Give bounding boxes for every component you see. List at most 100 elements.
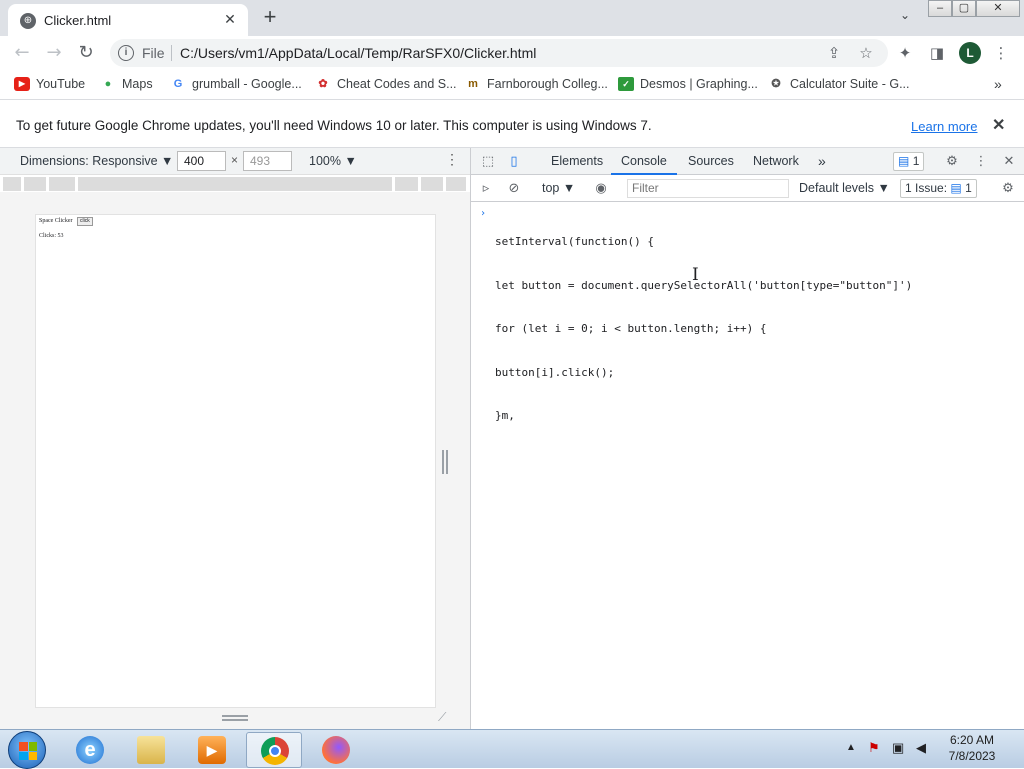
code-line: setInterval(function() {	[495, 235, 654, 248]
extensions-puzzle-icon[interactable]: ✦	[894, 42, 916, 64]
live-expression-eye-icon[interactable]: ◉	[592, 180, 610, 198]
tab-elements[interactable]: Elements	[551, 148, 603, 175]
start-button[interactable]	[8, 731, 46, 769]
volume-muted-icon[interactable]: ◀	[916, 740, 926, 756]
bookmark-farnborough[interactable]: m Farnborough Colleg...	[465, 77, 608, 95]
media-query-segment[interactable]	[421, 177, 443, 191]
new-tab-button[interactable]: +	[258, 6, 282, 30]
code-line: }m,	[495, 409, 515, 422]
taskbar-media-player[interactable]: ▶	[184, 732, 240, 768]
filter-input[interactable]: Filter	[627, 179, 789, 198]
taskbar-firefox[interactable]	[308, 732, 364, 768]
infobar-message: To get future Google Chrome updates, you…	[16, 118, 652, 133]
bookmark-youtube[interactable]: ▶ YouTube	[14, 77, 85, 95]
page-preview: Space Clicker click Clicks: 53	[35, 214, 436, 708]
more-tabs-icon[interactable]: »	[818, 148, 826, 175]
console-area[interactable]: › setInterval(function() { let button = …	[471, 202, 1024, 729]
context-selector[interactable]: top ▼	[542, 175, 575, 202]
tab-strip: ⊕ Clicker.html ✕ + ⌄ – ▢ ✕	[0, 0, 1024, 36]
kebab-menu-icon[interactable]: ⋮	[990, 42, 1012, 64]
tab-search-chevron-icon[interactable]: ⌄	[896, 8, 914, 26]
viewport-width-input[interactable]: 400	[177, 151, 226, 171]
devtools-menu-icon[interactable]: ⋮	[972, 153, 990, 171]
clear-console-icon[interactable]: ⊘	[505, 180, 523, 198]
media-query-segment[interactable]	[78, 177, 392, 191]
console-toolbar: ▹ ⊘ top ▼ ◉ Filter Default levels ▼ 1 Is…	[471, 175, 1024, 202]
bookmark-calculator[interactable]: ✪ Calculator Suite - G...	[768, 77, 909, 95]
device-more-icon[interactable]: ⋮	[445, 151, 459, 168]
bookmark-star-icon[interactable]: ☆	[855, 42, 877, 64]
browser-tab[interactable]: ⊕ Clicker.html ✕	[8, 4, 248, 36]
minimize-button[interactable]: –	[928, 0, 952, 17]
farnborough-icon: m	[468, 78, 478, 90]
address-bar[interactable]: i File C:/Users/vm1/AppData/Local/Temp/R…	[110, 39, 888, 67]
bookmark-desmos[interactable]: ✓ Desmos | Graphing...	[618, 77, 758, 95]
info-icon[interactable]: i	[118, 45, 134, 61]
tab-network[interactable]: Network	[753, 148, 799, 175]
media-query-segment[interactable]	[24, 177, 46, 191]
window-close-button[interactable]: ✕	[976, 0, 1020, 17]
settings-gear-icon[interactable]: ⚙	[943, 153, 961, 171]
share-icon[interactable]: ⇪	[823, 42, 845, 64]
devtools-close-icon[interactable]: ✕	[1000, 153, 1018, 171]
sidebar-toggle-icon[interactable]: ▹	[477, 180, 495, 198]
taskbar-internet-explorer[interactable]: e	[62, 732, 118, 768]
network-icon[interactable]: ▣	[892, 740, 904, 756]
show-hidden-icons-icon[interactable]: ▲	[846, 742, 856, 753]
media-query-segment[interactable]	[3, 177, 21, 191]
resize-handle-bottom[interactable]	[222, 715, 248, 721]
media-query-segment[interactable]	[49, 177, 75, 191]
reload-icon[interactable]: ↻	[74, 41, 98, 65]
issues-badge[interactable]: 1 Issue: ▤ 1	[900, 179, 977, 198]
tab-sources[interactable]: Sources	[688, 148, 734, 175]
console-settings-gear-icon[interactable]: ⚙	[999, 180, 1017, 198]
console-input[interactable]: setInterval(function() { let button = do…	[495, 206, 912, 453]
bookmark-maps[interactable]: ● Maps	[100, 77, 153, 95]
bookmark-cheat-codes[interactable]: ✿ Cheat Codes and S...	[315, 77, 456, 95]
url-text[interactable]: C:/Users/vm1/AppData/Local/Temp/RarSFX0/…	[180, 45, 536, 61]
file-scheme-label: File	[142, 45, 165, 61]
resize-handle-right[interactable]	[442, 450, 448, 474]
taskbar-clock[interactable]: 6:20 AM 7/8/2023	[940, 732, 1004, 764]
device-toolbar: Dimensions: Responsive ▼ 400 × 493 100% …	[0, 148, 470, 175]
bookmarks-overflow-icon[interactable]: »	[994, 77, 1002, 95]
youtube-icon: ▶	[14, 77, 30, 91]
profile-avatar[interactable]: L	[959, 42, 981, 64]
infobar-close-icon[interactable]: ✕	[992, 115, 1005, 135]
viewport-height-input[interactable]: 493	[243, 151, 292, 171]
bookmark-grumball[interactable]: Ggrumball - Google...	[170, 77, 302, 95]
desmos-icon: ✓	[618, 77, 634, 91]
code-line: let button = document.querySelectorAll('…	[495, 278, 913, 292]
media-query-segment[interactable]	[446, 177, 466, 191]
action-center-flag-icon[interactable]: ⚑	[868, 740, 880, 756]
windows-logo-icon	[19, 742, 37, 760]
dimensions-dropdown[interactable]: Dimensions: Responsive ▼	[20, 154, 173, 168]
maximize-button[interactable]: ▢	[952, 0, 976, 17]
resize-handle-corner[interactable]: ⟋	[438, 710, 446, 725]
back-arrow-icon[interactable]: ←	[10, 41, 34, 65]
log-levels-dropdown[interactable]: Default levels ▼	[799, 175, 890, 202]
taskbar-chrome[interactable]	[246, 732, 302, 768]
device-toggle-icon[interactable]: ▯	[505, 153, 523, 171]
media-query-segment[interactable]	[395, 177, 418, 191]
forward-arrow-icon[interactable]: →	[42, 41, 66, 65]
tab-console[interactable]: Console	[611, 148, 677, 175]
messages-badge[interactable]: ▤ 1	[893, 152, 925, 171]
clicks-counter: Clicks: 53	[39, 233, 64, 239]
learn-more-link[interactable]: Learn more	[911, 119, 977, 134]
firefox-icon	[322, 736, 350, 764]
taskbar-file-explorer[interactable]	[123, 732, 179, 768]
text-cursor-icon: I	[692, 265, 699, 285]
chrome-icon	[261, 737, 289, 765]
calculator-icon: ✪	[771, 78, 781, 90]
issue-icon: ▤	[950, 181, 962, 195]
click-button[interactable]: click	[77, 217, 93, 226]
side-panel-icon[interactable]: ◨	[926, 42, 948, 64]
internet-explorer-icon: e	[76, 736, 104, 764]
inspect-element-icon[interactable]: ⬚	[479, 153, 497, 171]
console-prompt-icon: ›	[480, 208, 487, 219]
message-icon: ▤	[898, 154, 910, 168]
zoom-dropdown[interactable]: 100% ▼	[309, 154, 357, 168]
tab-close-icon[interactable]: ✕	[220, 9, 240, 29]
globe-icon: ⊕	[20, 13, 36, 29]
